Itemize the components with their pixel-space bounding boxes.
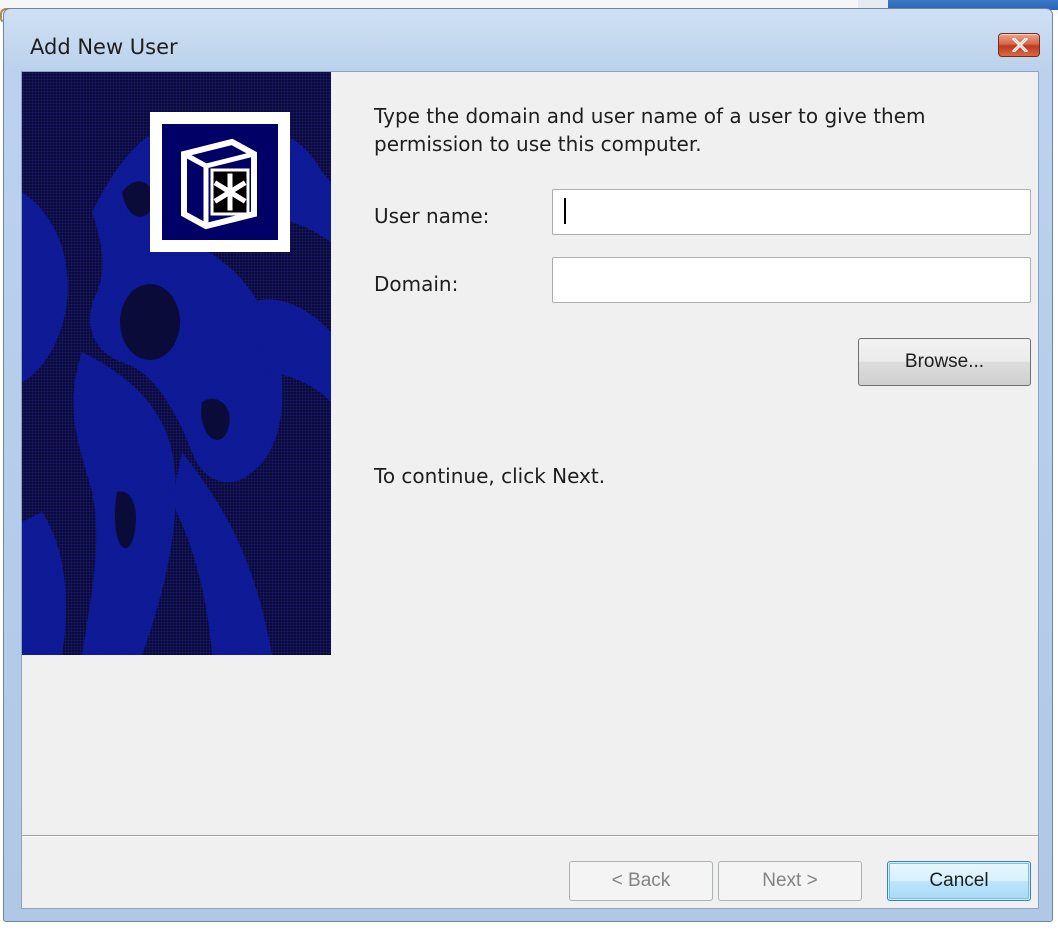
instruction-text: Type the domain and user name of a user … [374,104,926,156]
text-caret [564,198,566,224]
dialog-client-area: Type the domain and user name of a user … [21,71,1039,909]
close-icon [1012,38,1028,52]
user-name-input[interactable] [552,189,1031,235]
asterisk-logo-icon [162,124,278,240]
back-button[interactable]: < Back [569,861,713,901]
domain-input[interactable] [552,257,1031,303]
add-new-user-dialog: Add New User Type the domain and user na… [3,8,1053,922]
browse-button[interactable]: Browse... [858,338,1031,386]
footer-separator [22,835,1038,837]
continue-instruction: To continue, click Next. [374,464,606,488]
cancel-button[interactable]: Cancel [887,861,1031,901]
user-name-label: User name: [374,204,490,228]
window-title: Add New User [30,35,178,59]
wizard-logo [150,112,290,252]
next-button[interactable]: Next > [718,861,862,901]
domain-label: Domain: [374,272,459,296]
title-bar[interactable]: Add New User [4,9,1052,71]
close-button[interactable] [998,33,1040,57]
wizard-side-image [22,72,331,655]
